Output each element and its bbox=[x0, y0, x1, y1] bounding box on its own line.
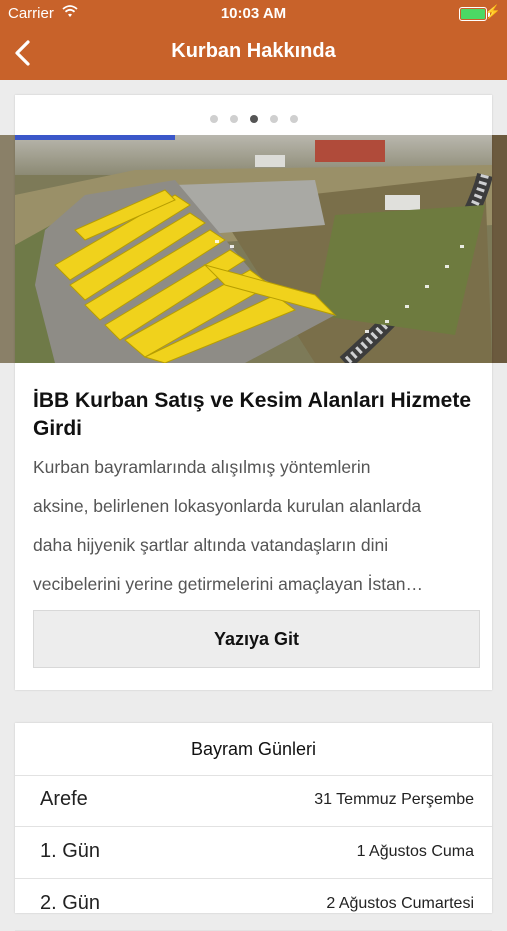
carousel-dot[interactable] bbox=[269, 115, 278, 123]
article-title[interactable]: İBB Kurban Satış ve Kesim Alanları Hizme… bbox=[33, 387, 473, 443]
holiday-row-date: 2 Ağustos Cumartesi bbox=[326, 895, 474, 912]
article-excerpt: Kurban bayramlarında alışılmış yöntemler… bbox=[33, 448, 483, 604]
news-card: İBB Kurban Satış ve Kesim Alanları Hizme… bbox=[15, 95, 492, 690]
status-bar: Carrier 10:03 AM ⚡ bbox=[0, 0, 507, 28]
carousel-dot[interactable] bbox=[249, 115, 258, 123]
previous-slide-peek[interactable] bbox=[0, 135, 15, 363]
carousel-dot[interactable] bbox=[229, 115, 238, 123]
clock: 10:03 AM bbox=[220, 5, 287, 22]
holiday-row: Arefe 31 Temmuz Perşembe bbox=[15, 775, 492, 827]
excerpt-line: Kurban bayramlarında alışılmış yöntemler… bbox=[33, 457, 371, 477]
page-title: Kurban Hakkında bbox=[171, 40, 336, 62]
excerpt-line: aksine, belirlenen lokasyonlarda kurulan… bbox=[33, 496, 422, 516]
holiday-row-label: 2. Gün bbox=[40, 892, 101, 914]
holiday-row-date: 31 Temmuz Perşembe bbox=[314, 791, 474, 808]
holiday-days-title: Bayram Günleri bbox=[15, 723, 492, 776]
charging-icon: ⚡ bbox=[484, 4, 501, 19]
battery-icon bbox=[459, 7, 490, 21]
carousel-dot[interactable] bbox=[209, 115, 218, 123]
holiday-row: 2. Gün 2 Ağustos Cumartesi bbox=[15, 879, 492, 931]
next-slide-peek[interactable] bbox=[492, 135, 507, 363]
holiday-days-card: Bayram Günleri Arefe 31 Temmuz Perşembe … bbox=[15, 723, 492, 931]
holiday-row-date: 1 Ağustos Cuma bbox=[356, 843, 474, 860]
excerpt-line: vecibelerini yerine getirmelerini amaçla… bbox=[33, 574, 424, 594]
read-article-button[interactable]: Yazıya Git bbox=[33, 610, 480, 668]
excerpt-line: daha hijyenik şartlar altında vatandaşla… bbox=[33, 535, 389, 555]
news-photo[interactable] bbox=[15, 135, 492, 363]
carousel-page-indicator[interactable] bbox=[15, 110, 492, 123]
navigation-bar: Carrier 10:03 AM ⚡ Kurban Hakkında bbox=[0, 0, 507, 80]
carousel-dot[interactable] bbox=[289, 115, 298, 123]
holiday-row: 1. Gün 1 Ağustos Cuma bbox=[15, 827, 492, 879]
holiday-row-label: Arefe bbox=[40, 788, 88, 810]
holiday-row-label: 1. Gün bbox=[40, 840, 101, 862]
